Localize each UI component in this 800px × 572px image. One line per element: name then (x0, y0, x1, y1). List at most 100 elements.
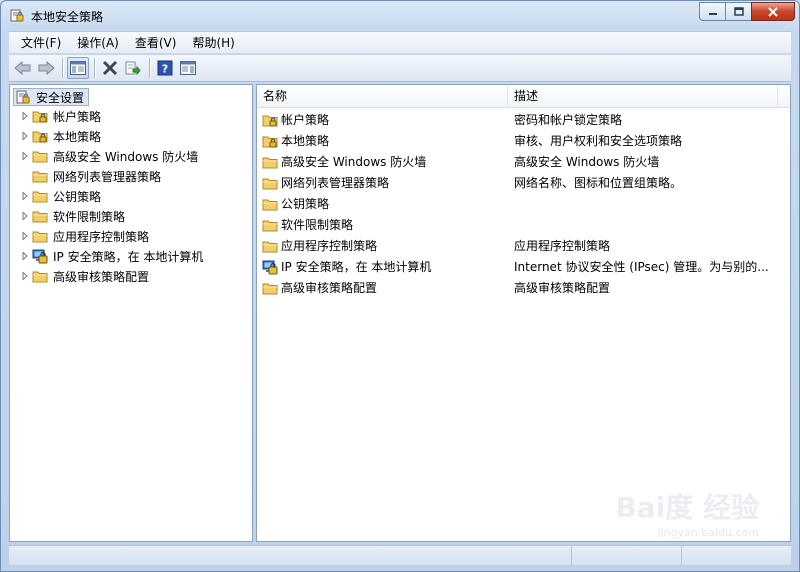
toolbar-separator (149, 58, 150, 78)
close-button[interactable] (751, 2, 795, 21)
list-cell-name: 软件限制策略 (257, 216, 508, 233)
tree-item-label: 高级安全 Windows 防火墙 (53, 149, 199, 164)
ip-security-icon (32, 248, 48, 264)
expand-arrow-icon[interactable] (21, 232, 29, 240)
title-bar[interactable]: 本地安全策略 (1, 1, 799, 31)
list-row[interactable]: 公钥策略 (257, 193, 790, 214)
expand-arrow-icon[interactable] (21, 132, 29, 140)
list-row-name: 应用程序控制策略 (281, 239, 378, 253)
tree-root-security-settings[interactable]: 安全设置 (13, 88, 90, 106)
folder-icon (262, 175, 278, 191)
tree-item-label: 高级审核策略配置 (53, 269, 150, 284)
toolbar-separator (62, 58, 63, 78)
tree-item-label: 应用程序控制策略 (53, 229, 150, 244)
list-row[interactable]: 软件限制策略 (257, 214, 790, 235)
list-row[interactable]: 本地策略 审核、用户权利和安全选项策略 (257, 130, 790, 151)
tree-item-label: 软件限制策略 (53, 209, 126, 224)
tree-item-application-control[interactable]: 应用程序控制策略 (10, 226, 203, 246)
maximize-icon (733, 6, 744, 16)
export-list-button[interactable] (122, 57, 144, 79)
list-row-name: 帐户策略 (281, 113, 330, 127)
tree-item-network-list-manager[interactable]: 网络列表管理器策略 (10, 166, 203, 186)
console-tree-pane[interactable]: 安全设置 帐户策略 本地策略 高级安全 Windows 防火墙 网络列表管理器策… (9, 84, 253, 542)
expand-arrow-icon[interactable] (21, 252, 29, 260)
tree-item-label: IP 安全策略，在 本地计算机 (53, 249, 204, 264)
menu-bar: 文件(F) 操作(A) 查看(V) 帮助(H) (9, 31, 791, 53)
watermark-logo-text: Bai度 经验 (615, 491, 759, 524)
list-row-description: 应用程序控制策略 (514, 239, 611, 253)
tree-item-windows-firewall[interactable]: 高级安全 Windows 防火墙 (10, 146, 203, 166)
list-row[interactable]: 高级审核策略配置 高级审核策略配置 (257, 277, 790, 298)
tree-item-advanced-audit[interactable]: 高级审核策略配置 (10, 266, 203, 286)
svg-text:?: ? (162, 63, 168, 76)
back-button[interactable] (12, 57, 34, 79)
list-cell-name: 本地策略 (257, 132, 508, 149)
properties-pane-button[interactable] (177, 57, 199, 79)
expand-arrow-icon[interactable] (21, 272, 29, 280)
list-row-description: 密码和帐户锁定策略 (514, 113, 623, 127)
minimize-button[interactable] (699, 2, 725, 21)
list-row[interactable]: IP 安全策略，在 本地计算机 Internet 协议安全性 (IPsec) 管… (257, 256, 790, 277)
column-header-description[interactable]: 描述 (508, 85, 778, 108)
list-cell-name: IP 安全策略，在 本地计算机 (257, 258, 508, 275)
window: 本地安全策略 文件(F) 操作(A) 查看(V) 帮助(H) ? 安全设置 帐户… (0, 0, 800, 572)
list-row-name: 高级安全 Windows 防火墙 (281, 155, 427, 169)
list-row-description: 网络名称、图标和位置组策略。 (514, 176, 683, 190)
tree-item-public-key-policies[interactable]: 公钥策略 (10, 186, 203, 206)
list-row[interactable]: 高级安全 Windows 防火墙 高级安全 Windows 防火墙 (257, 151, 790, 172)
expand-arrow-icon[interactable] (21, 152, 29, 160)
list-row[interactable]: 应用程序控制策略 应用程序控制策略 (257, 235, 790, 256)
column-header-name[interactable]: 名称 (257, 85, 508, 108)
expand-arrow-icon[interactable] (21, 212, 29, 220)
baidu-jingyan-watermark: Bai度 经验 jingyan.baidu.com (615, 486, 759, 539)
tree-item-local-policies[interactable]: 本地策略 (10, 126, 203, 146)
folder-icon (262, 280, 278, 296)
security-policy-app-icon (9, 7, 25, 23)
folder-icon (262, 217, 278, 233)
locked-folder-icon (262, 133, 278, 149)
menu-action[interactable]: 操作(A) (69, 33, 127, 53)
maximize-button[interactable] (725, 2, 751, 21)
tree-item-account-policies[interactable]: 帐户策略 (10, 106, 203, 126)
folder-icon (32, 268, 48, 284)
delete-icon (102, 60, 118, 76)
list-cell-name: 帐户策略 (257, 111, 508, 128)
show-hide-console-tree-button[interactable] (67, 57, 89, 79)
list-row-name: 网络列表管理器策略 (281, 176, 390, 190)
locked-folder-icon (32, 128, 48, 144)
expand-arrow-icon[interactable] (21, 192, 29, 200)
folder-icon (32, 148, 48, 164)
list-header: 名称 描述 (257, 85, 790, 108)
folder-icon (32, 168, 48, 184)
folder-icon (32, 208, 48, 224)
menu-help[interactable]: 帮助(H) (184, 33, 242, 53)
list-row[interactable]: 网络列表管理器策略 网络名称、图标和位置组策略。 (257, 172, 790, 193)
folder-icon (262, 196, 278, 212)
tree-item-label: 本地策略 (53, 129, 102, 144)
tree-item-software-restriction[interactable]: 软件限制策略 (10, 206, 203, 226)
list-cell-name: 网络列表管理器策略 (257, 174, 508, 191)
forward-arrow-icon (38, 61, 55, 75)
result-list-pane[interactable]: 名称 描述 帐户策略 密码和帐户锁定策略 本地策略 审核、用户权利和安全选项策略 (256, 84, 791, 542)
list-row-name: 高级审核策略配置 (281, 281, 378, 295)
tree-list: 帐户策略 本地策略 高级安全 Windows 防火墙 网络列表管理器策略 公钥策 (10, 106, 203, 286)
list-row[interactable]: 帐户策略 密码和帐户锁定策略 (257, 109, 790, 130)
folder-icon (32, 228, 48, 244)
locked-folder-icon (262, 112, 278, 128)
menu-view[interactable]: 查看(V) (127, 33, 185, 53)
close-icon (768, 6, 778, 17)
delete-button[interactable] (99, 57, 121, 79)
forward-button[interactable] (35, 57, 57, 79)
list-row-name: 软件限制策略 (281, 218, 354, 232)
list-row-description: Internet 协议安全性 (IPsec) 管理。为与别的... (514, 260, 769, 274)
show-hide-console-tree-icon (70, 61, 86, 75)
menu-file[interactable]: 文件(F) (13, 33, 69, 53)
watermark-url: jingyan.baidu.com (657, 526, 759, 539)
tree-item-ip-security[interactable]: IP 安全策略，在 本地计算机 (10, 246, 203, 266)
export-list-icon (125, 61, 141, 76)
tree-item-label: 帐户策略 (53, 109, 102, 124)
expand-arrow-icon[interactable] (21, 112, 29, 120)
help-button[interactable]: ? (154, 57, 176, 79)
status-segment-tertiary (682, 546, 790, 565)
window-title: 本地安全策略 (31, 10, 104, 24)
